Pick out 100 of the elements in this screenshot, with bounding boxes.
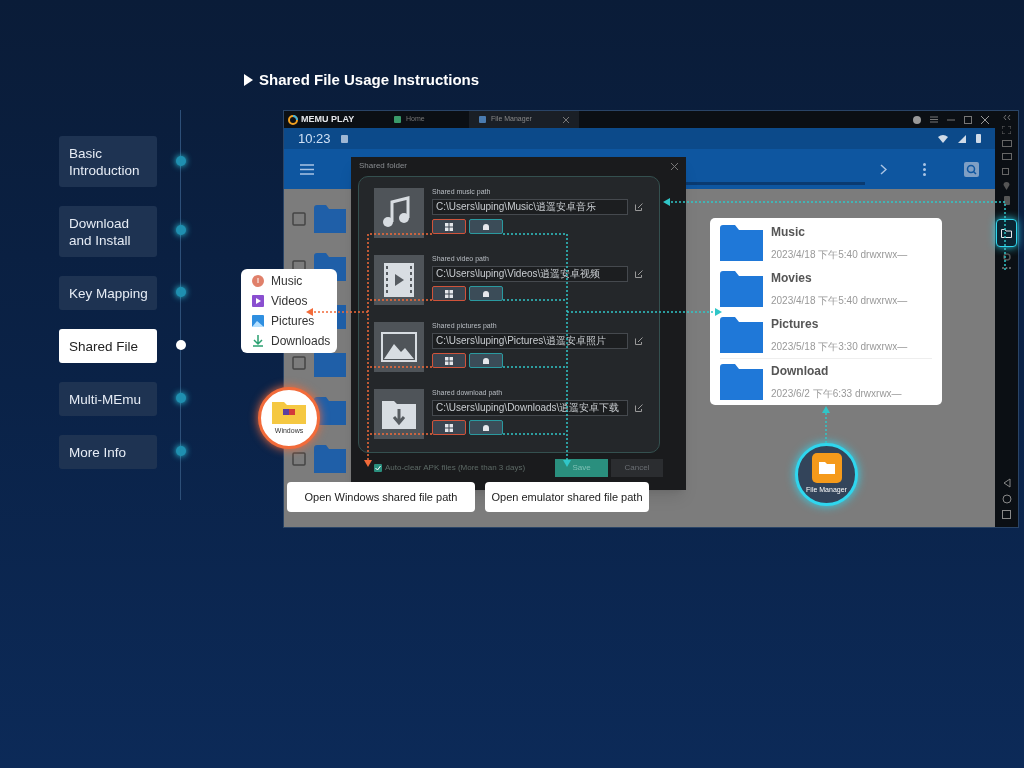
logo-icon xyxy=(288,114,298,125)
menu-icon[interactable] xyxy=(300,163,314,175)
checkbox-icon[interactable] xyxy=(292,452,306,466)
edit-icon[interactable] xyxy=(635,270,643,278)
nav-tab[interactable]: Basic Introduction xyxy=(59,136,157,187)
shake-icon[interactable] xyxy=(1002,196,1011,205)
wifi-icon xyxy=(938,134,948,143)
android-folder-button[interactable] xyxy=(469,219,503,234)
android-icon xyxy=(482,423,490,432)
nav-tab[interactable]: More Info xyxy=(59,435,157,469)
edit-icon[interactable] xyxy=(635,337,643,345)
close-icon[interactable] xyxy=(563,116,569,123)
nav-tab[interactable]: Key Mapping xyxy=(59,276,157,310)
checkbox-label: Auto-clear APK files (More than 3 days) xyxy=(385,462,527,474)
path-field[interactable]: C:\Users\luping\Pictures\逍遥安卓照片 xyxy=(432,333,628,349)
path-field[interactable]: C:\Users\luping\Downloads\逍遥安卓下载 xyxy=(432,400,628,416)
folder-tool-button[interactable] xyxy=(996,219,1017,247)
keyboard-icon[interactable] xyxy=(1001,140,1012,147)
nav-tab[interactable]: Shared File xyxy=(59,329,157,363)
home-icon[interactable] xyxy=(1001,494,1012,504)
back-icon[interactable] xyxy=(1002,478,1011,488)
location-icon[interactable] xyxy=(1003,181,1010,190)
folder-app-icon xyxy=(811,453,842,484)
download-icon xyxy=(252,335,264,347)
folder-details: 2023/4/18 下午5:40 drwxrwx— xyxy=(771,249,908,260)
android-icon xyxy=(482,356,490,365)
music-folder-icon xyxy=(374,188,424,238)
callout: Open emulator shared file path xyxy=(485,482,649,512)
windows-folder-button[interactable] xyxy=(432,420,466,435)
collapse-icon[interactable] xyxy=(1002,115,1011,120)
edit-icon[interactable] xyxy=(635,203,643,211)
folder-name: Download xyxy=(771,364,830,378)
download-folder-icon xyxy=(374,389,424,439)
android-folder-button[interactable] xyxy=(469,353,503,368)
checkbox[interactable] xyxy=(374,464,382,472)
windows-icon xyxy=(445,423,453,432)
gear-icon[interactable] xyxy=(1002,253,1011,261)
path-field[interactable]: C:\Users\luping\Videos\逍遥安卓视频 xyxy=(432,266,628,282)
android-folder-button[interactable] xyxy=(469,420,503,435)
android-folder-button[interactable] xyxy=(469,286,503,301)
app-icon xyxy=(479,116,486,123)
maximize-icon[interactable] xyxy=(964,115,972,124)
folder-details: 2023/4/18 下午5:40 drwxrwx— xyxy=(771,295,908,306)
clock-time: 10:23 xyxy=(298,129,331,148)
windows-folder-button[interactable] xyxy=(432,286,466,301)
folder-icon xyxy=(1001,228,1012,238)
folder-details: 2023/6/2 下午6:33 drwxrwx— xyxy=(771,387,902,399)
folder-name: Movies xyxy=(771,272,813,285)
windows-folder-button[interactable] xyxy=(432,353,466,368)
pictures-folder-icon xyxy=(374,322,424,372)
triangle-icon xyxy=(244,74,253,87)
app-icon xyxy=(394,116,401,123)
close-icon[interactable] xyxy=(981,115,989,124)
folder-icon xyxy=(314,445,346,473)
folder-icon xyxy=(720,317,763,353)
android-icon xyxy=(482,289,490,298)
video-folder-icon xyxy=(374,255,424,305)
windows-icon xyxy=(445,356,453,365)
folder-details: 2023/5/18 下午3:30 drwxrwx— xyxy=(771,341,908,352)
dialog-title: Shared folder xyxy=(359,160,409,172)
windows-icon xyxy=(445,222,453,231)
logo-text: MEMU PLAY xyxy=(301,112,355,126)
menu-item[interactable]: Music xyxy=(271,272,303,290)
search-icon[interactable] xyxy=(964,161,979,177)
recents-icon[interactable] xyxy=(1002,510,1011,519)
notification-icon xyxy=(340,134,348,143)
more-icon[interactable] xyxy=(923,162,926,176)
signal-icon xyxy=(958,134,966,143)
keyboard-icon[interactable] xyxy=(1001,153,1012,160)
close-icon[interactable] xyxy=(671,162,678,170)
menu-icon[interactable] xyxy=(930,116,938,123)
music-icon xyxy=(252,275,264,287)
nav-tab[interactable]: Multi-MEmu xyxy=(59,382,157,416)
checkbox-icon[interactable] xyxy=(292,356,306,370)
windows-folder-button[interactable] xyxy=(432,219,466,234)
video-icon xyxy=(252,295,264,307)
folder-icon xyxy=(720,363,763,400)
pictures-icon xyxy=(252,315,264,327)
folder-icon xyxy=(720,225,763,261)
chevron-right-icon[interactable] xyxy=(880,163,887,175)
folder-icon xyxy=(720,271,763,307)
folder-icon xyxy=(272,399,306,424)
menu-item[interactable]: Videos xyxy=(271,292,308,310)
leader-line xyxy=(822,406,830,444)
nav-tab[interactable]: Download and Install xyxy=(59,206,157,257)
section-heading: Shared File Usage Instructions xyxy=(259,70,480,90)
folder-name: Pictures xyxy=(771,318,820,331)
menu-item[interactable]: Downloads xyxy=(271,332,331,350)
menu-item[interactable]: Pictures xyxy=(271,312,315,330)
folder-icon xyxy=(314,205,346,233)
battery-icon xyxy=(976,134,981,143)
callout: Open Windows shared file path xyxy=(287,482,475,512)
user-icon[interactable] xyxy=(913,115,921,124)
edit-icon[interactable] xyxy=(635,404,643,412)
window-icon[interactable] xyxy=(1002,166,1011,175)
android-icon xyxy=(482,222,490,231)
windows-icon xyxy=(445,289,453,298)
path-field[interactable]: C:\Users\luping\Music\逍遥安卓音乐 xyxy=(432,199,628,215)
checkbox-icon[interactable] xyxy=(292,212,306,226)
folder-name: Music xyxy=(771,226,806,239)
